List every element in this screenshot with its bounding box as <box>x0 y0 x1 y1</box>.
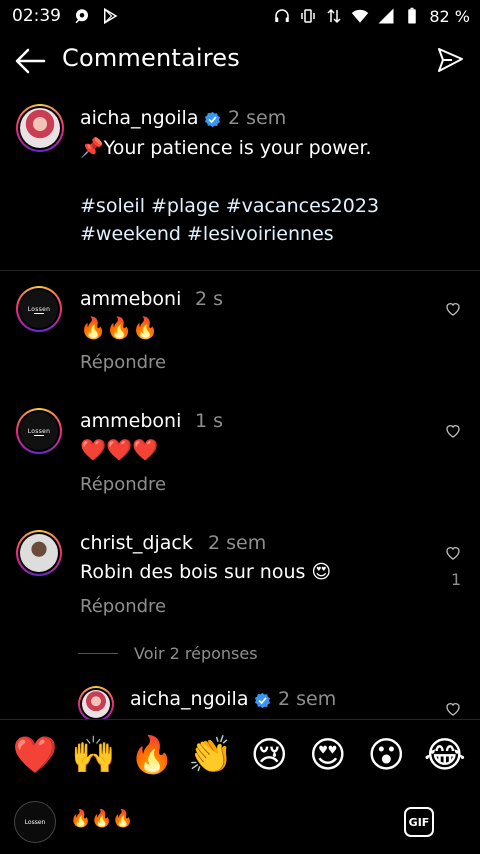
comment-input[interactable] <box>70 809 370 829</box>
battery-percent: 82 % <box>429 6 470 26</box>
emoji-raised-hands[interactable]: 🙌 <box>70 732 118 780</box>
battery-icon <box>408 7 417 24</box>
emoji-red-heart[interactable]: ❤️ <box>11 732 59 780</box>
like-heart-icon[interactable] <box>445 701 461 717</box>
emoji-tears-of-joy[interactable]: 😂 <box>421 732 469 780</box>
comment-avatar[interactable] <box>16 530 62 576</box>
caption-hashtags-line2[interactable]: #weekend #lesivoiriennes <box>80 220 334 249</box>
notification-chat-icon <box>75 9 88 24</box>
like-heart-icon[interactable] <box>445 423 461 439</box>
comment-username[interactable]: ammeboni <box>80 410 181 432</box>
headphones-icon <box>275 9 290 22</box>
like-heart-icon[interactable] <box>445 301 461 317</box>
wifi-icon <box>352 9 369 23</box>
caption-username[interactable]: aicha_ngoila <box>80 107 198 129</box>
emoji-crying-face[interactable]: 😢 <box>245 732 293 780</box>
like-count: 1 <box>451 570 462 589</box>
reply-button[interactable]: Répondre <box>80 474 166 495</box>
comment-text: Robin des bois sur nous 😍 <box>80 561 332 583</box>
reply-button[interactable]: Répondre <box>80 596 166 617</box>
like-heart-icon[interactable] <box>445 545 461 561</box>
reply-time: 2 sem <box>278 688 337 710</box>
header: Commentaires <box>0 36 480 86</box>
comment-time: 2 sem <box>208 532 267 554</box>
view-replies-button[interactable]: Voir 2 réponses <box>78 644 258 663</box>
comment-avatar[interactable]: Lossen <box>16 286 62 332</box>
emoji-clapping-hands[interactable]: 👏 <box>187 732 235 780</box>
comment-time: 2 s <box>195 288 224 310</box>
comment-composer: Lossen GIF <box>0 791 480 854</box>
comment-time: 1 s <box>195 410 224 432</box>
caption-avatar[interactable] <box>16 104 64 152</box>
view-replies-label: Voir 2 réponses <box>134 644 258 663</box>
gif-button[interactable]: GIF <box>404 807 434 837</box>
back-arrow-icon[interactable] <box>14 46 46 76</box>
comment-username[interactable]: ammeboni <box>80 288 181 310</box>
reply-button[interactable]: Répondre <box>80 352 166 373</box>
reply-avatar[interactable] <box>78 686 114 722</box>
comment-username[interactable]: christ_djack <box>80 532 193 554</box>
emoji-surprised-face[interactable]: 😮 <box>362 732 410 780</box>
reply-username[interactable]: aicha_ngoila <box>130 688 248 710</box>
play-store-icon <box>104 7 118 25</box>
vibrate-icon <box>301 9 316 23</box>
caption-hashtags-line1[interactable]: #soleil #plage #vacances2023 <box>80 192 379 221</box>
emoji-heart-eyes[interactable]: 😍 <box>304 732 352 780</box>
caption-text-line1: 📌Your patience is your power. <box>80 137 372 159</box>
share-send-icon[interactable] <box>436 46 464 74</box>
caption-time: 2 sem <box>228 107 287 129</box>
comment-text: 🔥🔥🔥 <box>80 316 159 340</box>
composer-avatar: Lossen <box>14 801 56 843</box>
comment-text: ❤️❤️❤️ <box>80 438 159 462</box>
signal-icon <box>378 8 394 24</box>
caption-divider <box>0 270 480 271</box>
verified-badge-icon <box>204 111 221 128</box>
page-title: Commentaires <box>62 44 240 72</box>
emoji-quick-bar: ❤️ 🙌 🔥 👏 😢 😍 😮 😂 <box>0 719 480 791</box>
comment-avatar[interactable]: Lossen <box>16 408 62 454</box>
emoji-fire[interactable]: 🔥 <box>128 732 176 780</box>
status-bar: 02:39 82 % <box>0 0 480 32</box>
data-arrows-icon <box>327 8 341 24</box>
status-time: 02:39 <box>12 6 61 26</box>
verified-badge-icon <box>254 692 271 709</box>
